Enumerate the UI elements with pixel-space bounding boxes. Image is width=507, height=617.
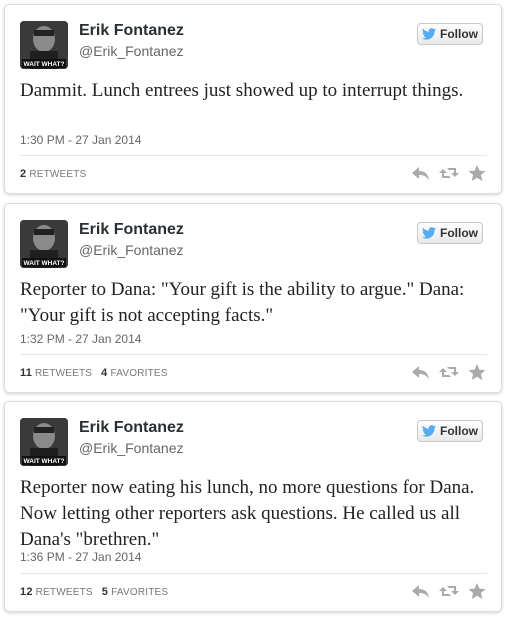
author-handle[interactable]: @Erik_Fontanez <box>79 43 183 59</box>
star-icon[interactable] <box>467 363 487 381</box>
retweets-label[interactable]: RETWEETS <box>36 587 93 598</box>
avatar-caption: WAIT WHAT? <box>23 458 64 465</box>
retweets-label[interactable]: RETWEETS <box>29 169 86 180</box>
favorites-label[interactable]: FAVORITES <box>110 368 167 379</box>
retweet-icon[interactable] <box>439 164 459 182</box>
divider <box>20 573 487 574</box>
tweet-actions <box>411 363 487 381</box>
retweets-count[interactable]: 11 <box>20 367 32 379</box>
author-name[interactable]: Erik Fontanez <box>79 419 184 437</box>
reply-icon[interactable] <box>411 363 431 381</box>
avatar[interactable]: WAIT WHAT? <box>20 21 68 69</box>
divider <box>20 354 487 355</box>
reply-icon[interactable] <box>411 582 431 600</box>
follow-label: Follow <box>440 226 478 240</box>
tweet-card: WAIT WHAT? Erik Fontanez @Erik_Fontanez … <box>4 401 502 612</box>
follow-button[interactable]: Follow <box>417 420 483 442</box>
favorites-count[interactable]: 4 <box>101 367 107 379</box>
tweet-actions <box>411 582 487 600</box>
tweet-timestamp[interactable]: 1:36 PM - 27 Jan 2014 <box>20 550 141 564</box>
avatar[interactable]: WAIT WHAT? <box>20 418 68 466</box>
tweet-stats: 2 RETWEETS <box>20 168 86 180</box>
tweet-actions <box>411 164 487 182</box>
star-icon[interactable] <box>467 164 487 182</box>
tweet-text: Reporter now eating his lunch, no more q… <box>20 477 475 550</box>
reply-icon[interactable] <box>411 164 431 182</box>
author-handle[interactable]: @Erik_Fontanez <box>79 242 183 258</box>
retweet-icon[interactable] <box>439 582 459 600</box>
twitter-bird-icon <box>422 28 436 40</box>
author-handle[interactable]: @Erik_Fontanez <box>79 440 183 456</box>
retweet-icon[interactable] <box>439 363 459 381</box>
avatar-caption: WAIT WHAT? <box>23 61 64 68</box>
tweet-stats: 12 RETWEETS 5 FAVORITES <box>20 586 168 598</box>
twitter-bird-icon <box>422 425 436 437</box>
tweet-text: Reporter to Dana: "Your gift is the abil… <box>20 279 465 326</box>
tweet-stats: 11 RETWEETS 4 FAVORITES <box>20 367 168 379</box>
twitter-bird-icon <box>422 227 436 239</box>
avatar-caption: WAIT WHAT? <box>23 260 64 267</box>
tweet-card: WAIT WHAT? Erik Fontanez @Erik_Fontanez … <box>4 4 502 194</box>
follow-button[interactable]: Follow <box>417 222 483 244</box>
avatar[interactable]: WAIT WHAT? <box>20 220 68 268</box>
tweet-timestamp[interactable]: 1:30 PM - 27 Jan 2014 <box>20 133 141 147</box>
retweets-label[interactable]: RETWEETS <box>35 368 92 379</box>
tweet-card: WAIT WHAT? Erik Fontanez @Erik_Fontanez … <box>4 203 502 393</box>
retweets-count[interactable]: 12 <box>20 586 33 598</box>
tweet-text: Dammit. Lunch entrees just showed up to … <box>20 80 464 101</box>
favorites-label[interactable]: FAVORITES <box>111 587 168 598</box>
follow-button[interactable]: Follow <box>417 23 483 45</box>
divider <box>20 155 487 156</box>
follow-label: Follow <box>440 424 478 438</box>
author-name[interactable]: Erik Fontanez <box>79 221 184 239</box>
tweet-timestamp[interactable]: 1:32 PM - 27 Jan 2014 <box>20 332 141 346</box>
star-icon[interactable] <box>467 582 487 600</box>
retweets-count[interactable]: 2 <box>20 168 26 180</box>
author-name[interactable]: Erik Fontanez <box>79 22 184 40</box>
follow-label: Follow <box>440 27 478 41</box>
favorites-count[interactable]: 5 <box>102 586 108 598</box>
